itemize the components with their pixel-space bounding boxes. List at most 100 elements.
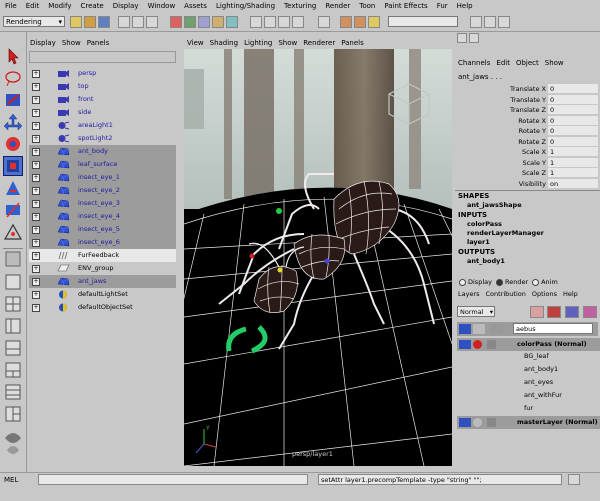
mask-curves-icon[interactable]	[198, 16, 210, 28]
outliner-item[interactable]: + persp	[29, 67, 176, 80]
outliner-item[interactable]: + insect_eye_2	[29, 184, 176, 197]
four-pane-layout-icon[interactable]	[3, 294, 23, 314]
expand-toggle-icon[interactable]: +	[32, 148, 40, 156]
radio-button-icon[interactable]	[495, 278, 503, 286]
channel-attribute-row[interactable]: Scale Y1	[455, 157, 600, 168]
menu-toon[interactable]: Toon	[354, 0, 379, 10]
expand-toggle-icon[interactable]: +	[32, 265, 40, 273]
channel-box-tab-channels[interactable]: Channels	[455, 59, 493, 67]
expand-toggle-icon[interactable]: +	[32, 70, 40, 78]
channel-attribute-value[interactable]: 0	[548, 126, 598, 135]
outliner-item[interactable]: + defaultObjectSet	[29, 301, 176, 314]
shapes-item[interactable]: ant_jawsShape	[467, 201, 522, 209]
outliner-item[interactable]: + spotLight2	[29, 132, 176, 145]
outliner-item[interactable]: + FurFeedback	[29, 249, 176, 262]
command-input[interactable]	[38, 474, 308, 485]
snap-curve-icon[interactable]	[264, 16, 276, 28]
channel-attribute-row[interactable]: Rotate X0	[455, 115, 600, 126]
render-toggle-icon[interactable]	[459, 340, 471, 349]
render-toggle-icon[interactable]	[459, 418, 471, 427]
outliner-menu-display[interactable]: Display	[27, 38, 59, 48]
layer-mode-anim[interactable]: Anim	[532, 278, 558, 286]
quick-select-field[interactable]	[388, 16, 458, 27]
outliner-item[interactable]: + insect_eye_6	[29, 236, 176, 249]
layer-mode-display[interactable]: Display	[459, 278, 492, 286]
menu-help[interactable]: Help	[452, 0, 477, 10]
show-tool-settings-icon[interactable]	[484, 16, 496, 28]
expand-toggle-icon[interactable]: +	[32, 291, 40, 299]
channel-attribute-value[interactable]: 1	[548, 168, 598, 177]
blend-mode-dropdown[interactable]: Normal ▾	[457, 306, 495, 317]
viewport-menu-renderer[interactable]: Renderer	[300, 38, 338, 48]
outliner-item[interactable]: + ant_body	[29, 145, 176, 158]
menu-lighting-shading[interactable]: Lighting/Shading	[211, 0, 279, 10]
record-icon[interactable]	[473, 418, 482, 427]
layer-menu-contribution[interactable]: Contribution	[483, 290, 529, 298]
layer-member-row[interactable]: BG_leaf	[457, 350, 600, 363]
expand-toggle-icon[interactable]: +	[32, 122, 40, 130]
expand-toggle-icon[interactable]: +	[32, 226, 40, 234]
layer-mode-render[interactable]: Render	[495, 278, 528, 286]
open-scene-icon[interactable]	[84, 16, 96, 28]
channel-box-tab-show[interactable]: Show	[542, 59, 567, 67]
outliner-item[interactable]: + insect_eye_3	[29, 197, 176, 210]
mask-deformers-icon[interactable]	[226, 16, 238, 28]
layer-menu-help[interactable]: Help	[560, 290, 581, 298]
lasso-tool-icon[interactable]	[3, 68, 23, 88]
outliner-item[interactable]: + side	[29, 106, 176, 119]
create-layer-icon[interactable]	[530, 306, 544, 318]
outliner-item[interactable]: + insect_eye_1	[29, 171, 176, 184]
inputs-item[interactable]: layer1	[467, 238, 490, 246]
expand-toggle-icon[interactable]: +	[32, 213, 40, 221]
menu-edit[interactable]: Edit	[21, 0, 44, 10]
render-frame-icon[interactable]	[340, 16, 352, 28]
viewport-menu-panels[interactable]: Panels	[338, 38, 367, 48]
paint-select-tool-icon[interactable]	[3, 90, 23, 110]
move-tool-icon[interactable]	[3, 112, 23, 132]
menu-paint-effects[interactable]: Paint Effects	[379, 0, 431, 10]
channel-attribute-value[interactable]: on	[548, 178, 598, 188]
channel-attribute-value[interactable]: 0	[548, 94, 598, 104]
channel-attribute-value[interactable]: 0	[548, 115, 598, 125]
layer-menu-layers[interactable]: Layers	[455, 290, 483, 298]
show-attribute-editor-icon[interactable]	[470, 16, 482, 28]
channel-box-toggle-icon[interactable]	[457, 33, 467, 43]
expand-toggle-icon[interactable]: +	[32, 96, 40, 104]
channel-attribute-value[interactable]: 1	[548, 147, 598, 156]
mask-handles-icon[interactable]	[170, 16, 182, 28]
snap-surface-icon[interactable]	[292, 16, 304, 28]
radio-button-icon[interactable]	[532, 278, 540, 286]
outliner-menu-show[interactable]: Show	[59, 38, 84, 48]
expand-toggle-icon[interactable]: +	[32, 278, 40, 286]
expand-toggle-icon[interactable]: +	[32, 174, 40, 182]
hypershade-layout-icon[interactable]	[3, 360, 23, 380]
visibility-toggle-icon[interactable]	[473, 324, 485, 334]
menu-file[interactable]: File	[0, 0, 21, 10]
select-object-icon[interactable]	[132, 16, 144, 28]
layer-editor-toggle-icon[interactable]	[469, 33, 479, 43]
layer-member-row[interactable]: ant_withFur	[457, 389, 600, 402]
persp-outliner-layout-icon[interactable]	[3, 316, 23, 336]
inputs-item[interactable]: renderLayerManager	[467, 229, 544, 237]
viewport-menu-view[interactable]: View	[184, 38, 207, 48]
layer-member-row[interactable]: fur	[457, 402, 600, 415]
soft-mod-tool-icon[interactable]	[3, 200, 23, 220]
select-component-icon[interactable]	[146, 16, 158, 28]
show-channel-box-icon[interactable]	[498, 16, 510, 28]
outliner-item[interactable]: + areaLight1	[29, 119, 176, 132]
create-empty-layer-icon[interactable]	[565, 306, 579, 318]
channel-attribute-value[interactable]: 0	[548, 84, 598, 93]
channel-attribute-row[interactable]: Translate Z0	[455, 105, 600, 115]
current-tool-icon[interactable]	[3, 248, 23, 268]
expand-toggle-icon[interactable]: +	[32, 83, 40, 91]
expand-toggle-icon[interactable]: +	[32, 161, 40, 169]
menu-assets[interactable]: Assets	[179, 0, 211, 10]
channel-attribute-row[interactable]: Translate X0	[455, 84, 600, 94]
expand-toggle-icon[interactable]: +	[32, 187, 40, 195]
select-hierarchy-icon[interactable]	[118, 16, 130, 28]
outliner-item[interactable]: + ENV_group	[29, 262, 176, 275]
channel-box-tab-edit[interactable]: Edit	[493, 59, 513, 67]
menu-texturing[interactable]: Texturing	[279, 0, 320, 10]
menu-modify[interactable]: Modify	[43, 0, 75, 10]
viewport-menu-show[interactable]: Show	[275, 38, 300, 48]
